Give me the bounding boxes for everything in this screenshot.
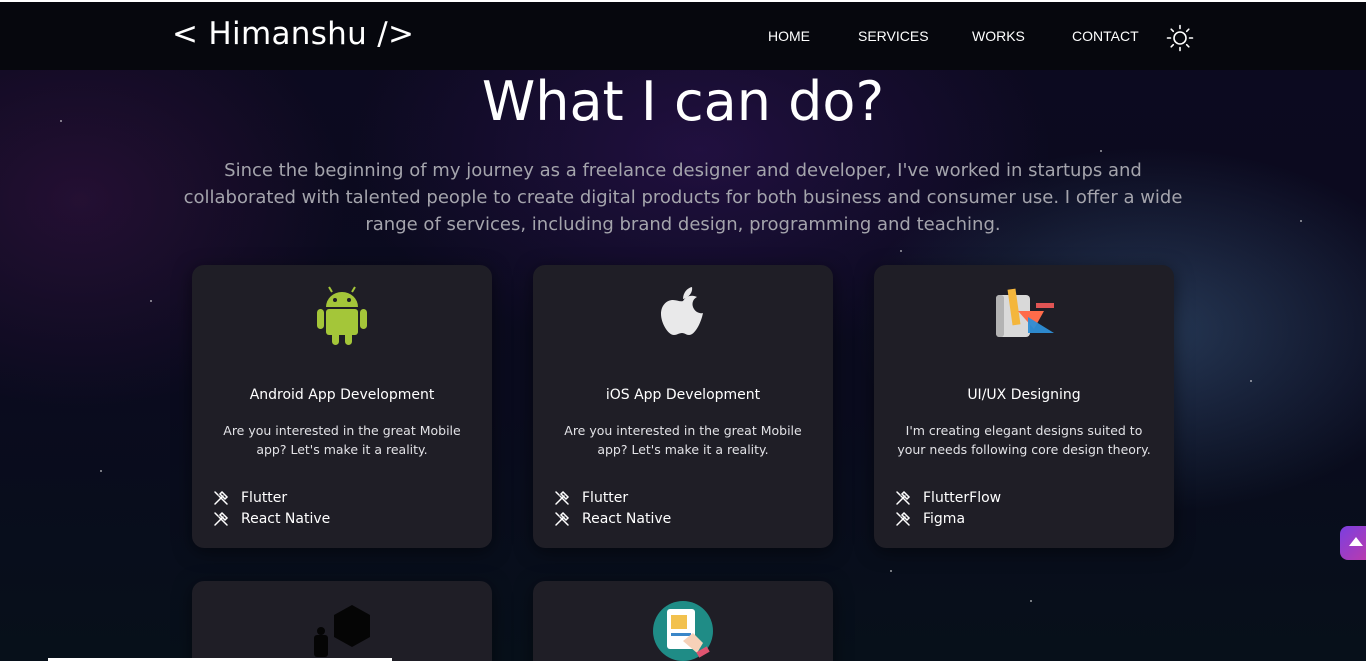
tools-icon [555, 490, 570, 505]
nav-services[interactable]: SERVICES [858, 28, 929, 44]
tools-icon [214, 511, 229, 526]
service-card-android[interactable]: Android App Development Are you interest… [192, 265, 492, 548]
tools-icon [214, 490, 229, 505]
service-card-ios[interactable]: iOS App Development Are you interested i… [533, 265, 833, 548]
tool-label: Figma [923, 510, 966, 527]
intro-text: Since the beginning of my journey as a f… [183, 160, 1183, 235]
nav-home[interactable]: HOME [768, 28, 810, 44]
tool-item: FlutterFlow [894, 487, 1154, 508]
page: < Himanshu /> HOME SERVICES WORKS CONTAC… [0, 0, 1366, 661]
star [1100, 150, 1102, 152]
star [1030, 600, 1032, 602]
tools-icon [896, 511, 911, 526]
card-title: Android App Development [249, 387, 435, 403]
tool-label: Flutter [241, 489, 288, 506]
star [150, 300, 152, 302]
tool-item: Figma [894, 508, 1154, 529]
star [1300, 220, 1302, 222]
star [1250, 380, 1252, 382]
tool-item: React Native [212, 508, 472, 529]
tool-item: Flutter [212, 487, 472, 508]
tool-list: Flutter React Native [212, 487, 472, 529]
card-description: Are you interested in the great Mobile a… [564, 423, 802, 457]
card-title: UI/UX Designing [967, 387, 1081, 403]
arrow-up-icon [1349, 537, 1363, 546]
service-card-4[interactable] [192, 581, 492, 661]
service-card-uiux[interactable]: UI/UX Designing I'm creating elegant des… [874, 265, 1174, 548]
tool-item: Flutter [553, 487, 813, 508]
tools-icon [555, 511, 570, 526]
sun-icon [1166, 24, 1194, 52]
hexagon-icon [312, 603, 372, 661]
android-icon [312, 283, 372, 345]
navbar: < Himanshu /> HOME SERVICES WORKS CONTAC… [0, 2, 1366, 70]
card-description: I'm creating elegant designs suited to y… [897, 423, 1151, 457]
nav-works[interactable]: WORKS [972, 28, 1025, 44]
card-title: iOS App Development [605, 387, 761, 403]
apple-icon [653, 283, 713, 345]
page-title: What I can do? [481, 70, 885, 133]
tool-list: Flutter React Native [553, 487, 813, 529]
nav-contact[interactable]: CONTACT [1072, 28, 1139, 44]
star [100, 470, 102, 472]
tool-label: Flutter [582, 489, 629, 506]
design-tools-icon [994, 283, 1054, 345]
star [890, 570, 892, 572]
brand-logo[interactable]: < Himanshu /> [172, 16, 414, 52]
tool-list: FlutterFlow Figma [894, 487, 1154, 529]
tool-item: React Native [553, 508, 813, 529]
star [900, 250, 902, 252]
tools-icon [896, 490, 911, 505]
service-card-5[interactable] [533, 581, 833, 661]
theme-toggle-button[interactable] [1166, 24, 1194, 52]
tool-label: React Native [241, 510, 331, 527]
tool-label: FlutterFlow [923, 489, 1002, 506]
card-description: Are you interested in the great Mobile a… [223, 423, 461, 457]
scroll-to-top-button[interactable] [1340, 526, 1366, 560]
tool-label: React Native [582, 510, 672, 527]
web-design-icon [653, 601, 713, 661]
